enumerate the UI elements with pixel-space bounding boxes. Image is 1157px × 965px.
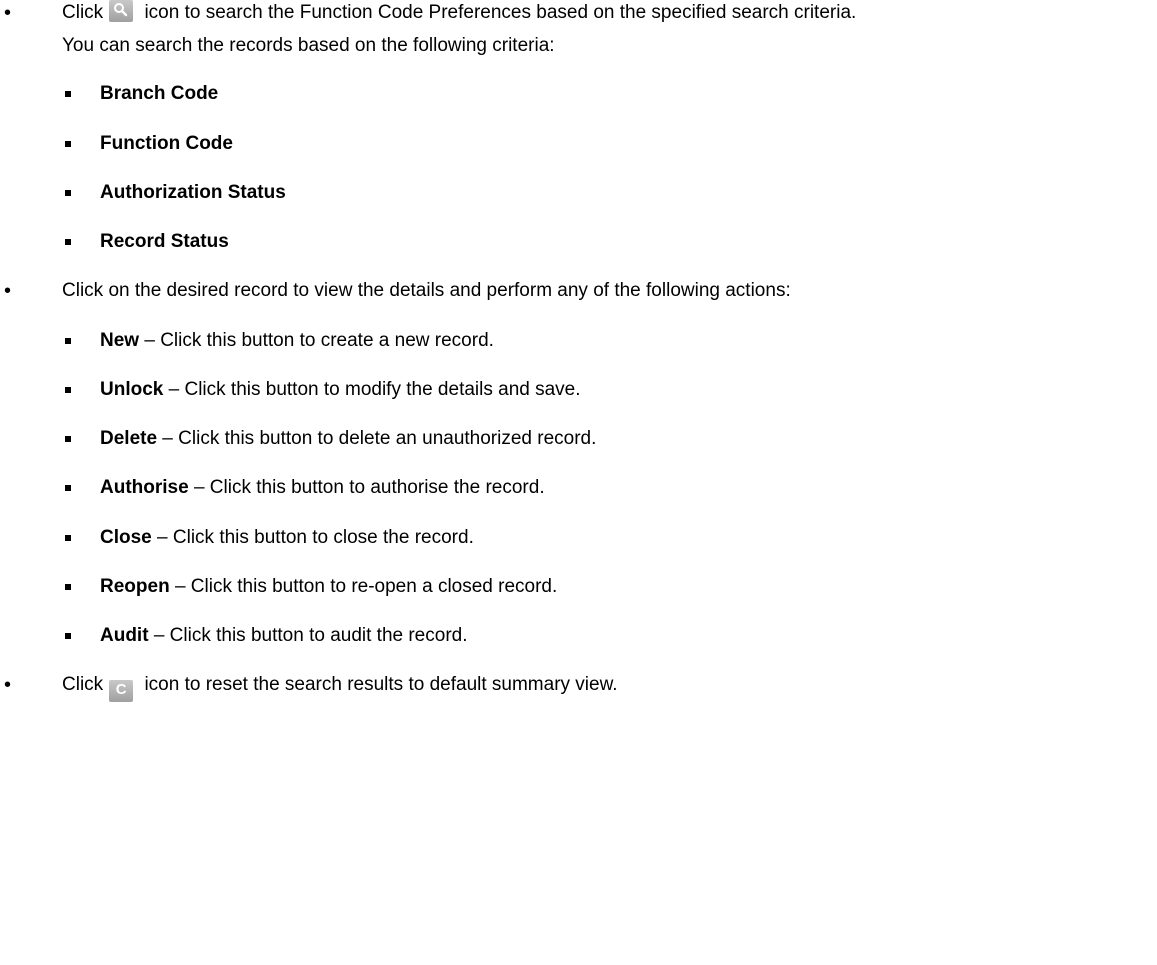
criteria-label: Branch Code [100, 83, 219, 104]
bullet-search-continuation: You can search the records based on the … [62, 35, 555, 56]
criteria-item: Function Code [0, 131, 1157, 157]
criteria-item: Branch Code [0, 81, 1157, 107]
action-item: Authorise – Click this button to authori… [0, 475, 1157, 501]
bullet-reset-prefix: Click [62, 674, 104, 695]
square-bullet [65, 633, 71, 639]
square-bullet [65, 387, 71, 393]
bullet-search-suffix: icon to search the Function Code Prefere… [139, 2, 857, 23]
square-bullet [65, 239, 71, 245]
action-name: Audit [100, 625, 149, 646]
reset-icon: C [109, 680, 134, 702]
square-bullet [65, 535, 71, 541]
criteria-label: Record Status [100, 231, 229, 252]
criteria-item: Authorization Status [0, 180, 1157, 206]
bullet-search-prefix: Click [62, 2, 104, 23]
bullet-dot: • [4, 2, 12, 24]
action-desc: – Click this button to re-open a closed … [169, 576, 558, 597]
bullet-reset: • Click C icon to reset the search result… [0, 672, 1157, 702]
square-bullet [65, 485, 71, 491]
action-item: Reopen – Click this button to re-open a … [0, 574, 1157, 600]
action-item: New – Click this button to create a new … [0, 328, 1157, 354]
action-name: Delete [100, 428, 158, 449]
action-desc: – Click this button to modify the detail… [163, 379, 581, 400]
action-name: Reopen [100, 576, 170, 597]
square-bullet [65, 436, 71, 442]
criteria-label: Function Code [100, 133, 233, 154]
bullet-dot: • [4, 674, 12, 696]
criteria-label: Authorization Status [100, 182, 286, 203]
square-bullet [65, 141, 71, 147]
criteria-item: Record Status [0, 229, 1157, 255]
action-desc: – Click this button to delete an unautho… [157, 428, 597, 449]
bullet-reset-suffix: icon to reset the search results to defa… [139, 674, 618, 695]
search-icon [109, 0, 134, 22]
square-bullet [65, 190, 71, 196]
action-item: Close – Click this button to close the r… [0, 525, 1157, 551]
action-item: Unlock – Click this button to modify the… [0, 377, 1157, 403]
action-name: Close [100, 527, 152, 548]
action-desc: – Click this button to audit the record. [148, 625, 468, 646]
bullet-actions: • Click on the desired record to view th… [0, 278, 1157, 304]
action-desc: – Click this button to close the record. [151, 527, 474, 548]
document-page: • Click icon to search the Function Code… [0, 0, 1157, 965]
square-bullet [65, 584, 71, 590]
action-name: Authorise [100, 477, 189, 498]
bullet-dot: • [4, 280, 12, 302]
square-bullet [65, 338, 71, 344]
bullet-actions-text: Click on the desired record to view the … [62, 280, 791, 301]
square-bullet [65, 91, 71, 97]
action-name: New [100, 330, 140, 351]
bullet-search: • Click icon to search the Function Code… [0, 0, 1157, 26]
action-desc: – Click this button to authorise the rec… [188, 477, 545, 498]
action-desc: – Click this button to create a new reco… [139, 330, 494, 351]
action-item: Delete – Click this button to delete an … [0, 426, 1157, 452]
action-item: Audit – Click this button to audit the r… [0, 623, 1157, 649]
action-name: Unlock [100, 379, 164, 400]
